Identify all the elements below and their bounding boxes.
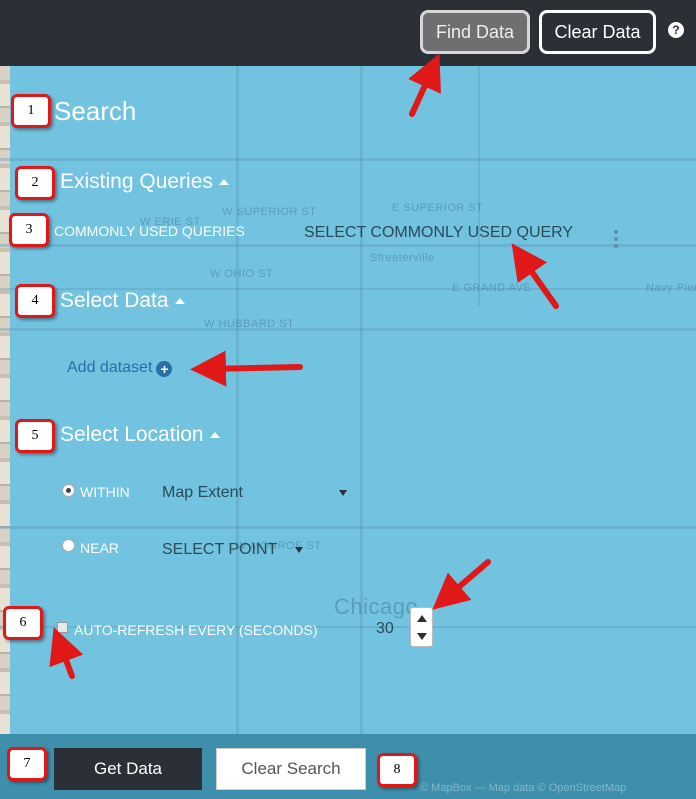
select-data-label: Select Data xyxy=(60,289,169,312)
more-options-icon[interactable] xyxy=(614,230,619,248)
chevron-down-icon[interactable] xyxy=(339,490,347,496)
clear-data-button[interactable]: Clear Data xyxy=(539,10,656,54)
within-select[interactable]: Map Extent xyxy=(162,484,243,502)
commonly-used-query-select[interactable]: SELECT COMMONLY USED QUERY xyxy=(304,224,573,242)
clear-search-button[interactable]: Clear Search xyxy=(216,748,366,790)
top-toolbar: Find Data Clear Data ? xyxy=(0,0,696,66)
map-label: Navy Pier xyxy=(646,282,696,294)
map-road xyxy=(478,66,480,306)
commonly-used-queries-label: COMMONLY USED QUERIES xyxy=(54,223,245,239)
add-dataset-label: Add dataset xyxy=(67,359,153,376)
annotation-badge: 7 xyxy=(7,747,47,781)
help-icon[interactable]: ? xyxy=(668,22,684,38)
auto-refresh-stepper[interactable] xyxy=(410,607,433,647)
auto-refresh-label: AUTO-REFRESH EVERY (SECONDS) xyxy=(74,622,318,638)
collapse-caret-icon xyxy=(209,432,220,439)
annotation-badge: 8 xyxy=(377,753,417,787)
collapse-caret-icon xyxy=(218,179,229,186)
chevron-down-icon[interactable] xyxy=(295,547,303,553)
near-radio[interactable] xyxy=(62,539,75,552)
annotation-badge: 4 xyxy=(15,284,55,318)
map-road xyxy=(0,328,696,331)
select-data-heading[interactable]: Select Data xyxy=(60,289,185,313)
annotation-badge: 2 xyxy=(15,166,55,200)
plus-circle-icon: + xyxy=(156,361,173,377)
within-label: WITHIN xyxy=(80,484,130,500)
annotation-badge: 1 xyxy=(11,94,51,128)
collapse-caret-icon xyxy=(174,298,185,305)
map-road xyxy=(360,66,363,734)
within-radio[interactable] xyxy=(62,484,75,497)
map-label: E GRAND AVE xyxy=(452,282,532,294)
map-road xyxy=(0,526,696,529)
map-attribution: © MapBox — Map data © OpenStreetMap xyxy=(420,782,627,794)
select-location-heading[interactable]: Select Location xyxy=(60,423,220,447)
get-data-button[interactable]: Get Data xyxy=(54,748,202,790)
auto-refresh-value[interactable]: 30 xyxy=(376,620,394,638)
select-location-label: Select Location xyxy=(60,423,204,446)
annotation-badge: 3 xyxy=(9,213,49,247)
map-label: W OHIO ST xyxy=(210,268,274,280)
map-label: Streeterville xyxy=(370,252,435,264)
stepper-down-icon[interactable] xyxy=(417,633,427,640)
search-title: Search xyxy=(54,96,137,126)
stepper-up-icon[interactable] xyxy=(417,615,427,622)
add-dataset-link[interactable]: Add dataset + xyxy=(67,359,173,377)
existing-queries-heading[interactable]: Existing Queries xyxy=(60,170,229,194)
find-data-button[interactable]: Find Data xyxy=(420,10,530,54)
existing-queries-label: Existing Queries xyxy=(60,170,213,193)
near-label: NEAR xyxy=(80,540,119,556)
map-road xyxy=(0,158,696,161)
annotation-badge: 5 xyxy=(15,419,55,453)
map-road xyxy=(0,244,696,247)
map-label: W HUBBARD ST xyxy=(204,318,295,330)
auto-refresh-checkbox[interactable] xyxy=(57,622,68,633)
annotation-badge: 6 xyxy=(3,606,43,640)
map-label: E SUPERIOR ST xyxy=(392,202,484,214)
near-select[interactable]: SELECT POINT xyxy=(162,541,277,559)
map-label: Chicago xyxy=(334,594,419,619)
map-label: W SUPERIOR ST xyxy=(222,206,317,218)
